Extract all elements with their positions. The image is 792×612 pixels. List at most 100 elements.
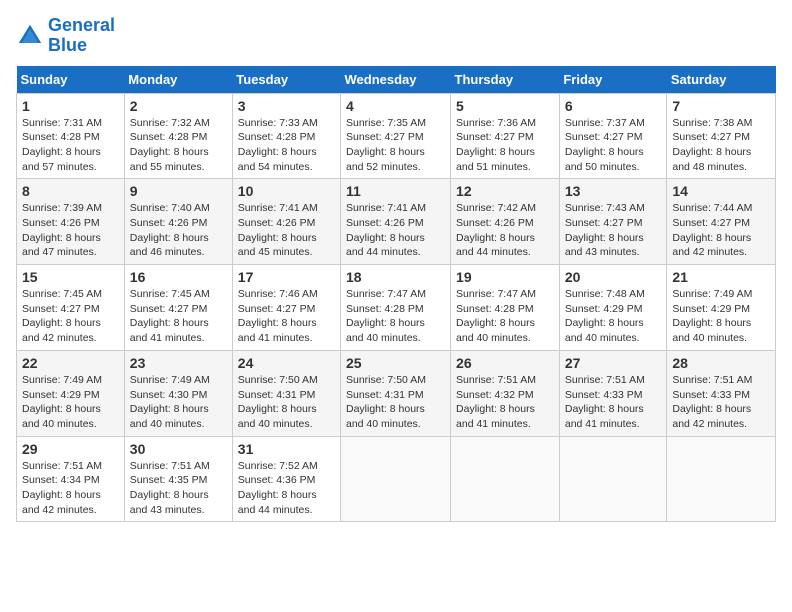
day-number: 13	[565, 183, 662, 199]
day-cell-4: 4 Sunrise: 7:35 AMSunset: 4:27 PMDaylight…	[341, 93, 451, 179]
day-info: Sunrise: 7:51 AMSunset: 4:33 PMDaylight:…	[672, 373, 770, 432]
day-cell-13: 13 Sunrise: 7:43 AMSunset: 4:27 PMDayligh…	[559, 179, 667, 265]
day-cell-27: 27 Sunrise: 7:51 AMSunset: 4:33 PMDayligh…	[559, 350, 667, 436]
col-header-thursday: Thursday	[451, 66, 560, 94]
day-cell-6: 6 Sunrise: 7:37 AMSunset: 4:27 PMDaylight…	[559, 93, 667, 179]
day-number: 8	[22, 183, 119, 199]
day-cell-21: 21 Sunrise: 7:49 AMSunset: 4:29 PMDayligh…	[667, 265, 776, 351]
day-number: 28	[672, 355, 770, 371]
calendar-week-5: 29Sunrise: 7:51 AMSunset: 4:34 PMDayligh…	[17, 436, 776, 522]
day-info: Sunrise: 7:50 AMSunset: 4:31 PMDaylight:…	[238, 373, 335, 432]
day-number: 7	[672, 98, 770, 114]
day-info: Sunrise: 7:46 AMSunset: 4:27 PMDaylight:…	[238, 287, 335, 346]
day-cell-10: 10Sunrise: 7:41 AMSunset: 4:26 PMDayligh…	[232, 179, 340, 265]
day-info: Sunrise: 7:51 AMSunset: 4:33 PMDaylight:…	[565, 373, 662, 432]
day-cell-15: 15 Sunrise: 7:45 AMSunset: 4:27 PMDayligh…	[17, 265, 125, 351]
day-info: Sunrise: 7:33 AMSunset: 4:28 PMDaylight:…	[238, 116, 335, 175]
col-header-saturday: Saturday	[667, 66, 776, 94]
day-number: 15	[22, 269, 119, 285]
col-header-sunday: Sunday	[17, 66, 125, 94]
day-info: Sunrise: 7:42 AMSunset: 4:26 PMDaylight:…	[456, 201, 554, 260]
day-info: Sunrise: 7:37 AMSunset: 4:27 PMDaylight:…	[565, 116, 662, 175]
day-cell-12: 12 Sunrise: 7:42 AMSunset: 4:26 PMDayligh…	[451, 179, 560, 265]
day-info: Sunrise: 7:32 AMSunset: 4:28 PMDaylight:…	[130, 116, 227, 175]
day-number: 22	[22, 355, 119, 371]
day-info: Sunrise: 7:52 AMSunset: 4:36 PMDaylight:…	[238, 459, 335, 518]
day-number: 20	[565, 269, 662, 285]
day-number: 9	[130, 183, 227, 199]
calendar-week-2: 8 Sunrise: 7:39 AMSunset: 4:26 PMDaylight…	[17, 179, 776, 265]
day-number: 19	[456, 269, 554, 285]
logo-icon	[16, 22, 44, 50]
day-number: 2	[130, 98, 227, 114]
day-info: Sunrise: 7:50 AMSunset: 4:31 PMDaylight:…	[346, 373, 445, 432]
day-cell-19: 19 Sunrise: 7:47 AMSunset: 4:28 PMDayligh…	[451, 265, 560, 351]
day-number: 17	[238, 269, 335, 285]
day-cell-26: 26 Sunrise: 7:51 AMSunset: 4:32 PMDayligh…	[451, 350, 560, 436]
day-number: 18	[346, 269, 445, 285]
day-cell-24: 24Sunrise: 7:50 AMSunset: 4:31 PMDayligh…	[232, 350, 340, 436]
day-info: Sunrise: 7:49 AMSunset: 4:29 PMDaylight:…	[672, 287, 770, 346]
day-info: Sunrise: 7:49 AMSunset: 4:30 PMDaylight:…	[130, 373, 227, 432]
empty-cell	[451, 436, 560, 522]
day-cell-29: 29Sunrise: 7:51 AMSunset: 4:34 PMDayligh…	[17, 436, 125, 522]
day-number: 5	[456, 98, 554, 114]
day-info: Sunrise: 7:51 AMSunset: 4:35 PMDaylight:…	[130, 459, 227, 518]
day-info: Sunrise: 7:45 AMSunset: 4:27 PMDaylight:…	[22, 287, 119, 346]
day-cell-28: 28 Sunrise: 7:51 AMSunset: 4:33 PMDayligh…	[667, 350, 776, 436]
empty-cell	[341, 436, 451, 522]
day-cell-2: 2 Sunrise: 7:32 AMSunset: 4:28 PMDaylight…	[124, 93, 232, 179]
day-cell-17: 17 Sunrise: 7:46 AMSunset: 4:27 PMDayligh…	[232, 265, 340, 351]
day-cell-7: 7 Sunrise: 7:38 AMSunset: 4:27 PMDaylight…	[667, 93, 776, 179]
empty-cell	[559, 436, 667, 522]
day-info: Sunrise: 7:47 AMSunset: 4:28 PMDaylight:…	[456, 287, 554, 346]
day-info: Sunrise: 7:35 AMSunset: 4:27 PMDaylight:…	[346, 116, 445, 175]
day-info: Sunrise: 7:31 AMSunset: 4:28 PMDaylight:…	[22, 116, 119, 175]
col-header-monday: Monday	[124, 66, 232, 94]
day-number: 25	[346, 355, 445, 371]
col-header-wednesday: Wednesday	[341, 66, 451, 94]
logo-text: General Blue	[48, 16, 115, 56]
day-cell-8: 8 Sunrise: 7:39 AMSunset: 4:26 PMDaylight…	[17, 179, 125, 265]
day-cell-23: 23Sunrise: 7:49 AMSunset: 4:30 PMDayligh…	[124, 350, 232, 436]
day-info: Sunrise: 7:48 AMSunset: 4:29 PMDaylight:…	[565, 287, 662, 346]
day-info: Sunrise: 7:38 AMSunset: 4:27 PMDaylight:…	[672, 116, 770, 175]
day-cell-18: 18 Sunrise: 7:47 AMSunset: 4:28 PMDayligh…	[341, 265, 451, 351]
day-number: 27	[565, 355, 662, 371]
day-number: 3	[238, 98, 335, 114]
day-cell-20: 20 Sunrise: 7:48 AMSunset: 4:29 PMDayligh…	[559, 265, 667, 351]
day-cell-3: 3 Sunrise: 7:33 AMSunset: 4:28 PMDaylight…	[232, 93, 340, 179]
day-number: 31	[238, 441, 335, 457]
day-info: Sunrise: 7:44 AMSunset: 4:27 PMDaylight:…	[672, 201, 770, 260]
day-info: Sunrise: 7:47 AMSunset: 4:28 PMDaylight:…	[346, 287, 445, 346]
day-number: 26	[456, 355, 554, 371]
day-number: 16	[130, 269, 227, 285]
day-cell-1: 1 Sunrise: 7:31 AMSunset: 4:28 PMDaylight…	[17, 93, 125, 179]
calendar-week-3: 15 Sunrise: 7:45 AMSunset: 4:27 PMDayligh…	[17, 265, 776, 351]
col-header-friday: Friday	[559, 66, 667, 94]
day-cell-31: 31 Sunrise: 7:52 AMSunset: 4:36 PMDayligh…	[232, 436, 340, 522]
day-cell-25: 25 Sunrise: 7:50 AMSunset: 4:31 PMDayligh…	[341, 350, 451, 436]
day-cell-16: 16 Sunrise: 7:45 AMSunset: 4:27 PMDayligh…	[124, 265, 232, 351]
day-info: Sunrise: 7:39 AMSunset: 4:26 PMDaylight:…	[22, 201, 119, 260]
day-number: 6	[565, 98, 662, 114]
day-number: 21	[672, 269, 770, 285]
day-number: 12	[456, 183, 554, 199]
calendar-week-1: 1 Sunrise: 7:31 AMSunset: 4:28 PMDaylight…	[17, 93, 776, 179]
empty-cell	[667, 436, 776, 522]
day-number: 11	[346, 183, 445, 199]
col-header-tuesday: Tuesday	[232, 66, 340, 94]
day-info: Sunrise: 7:43 AMSunset: 4:27 PMDaylight:…	[565, 201, 662, 260]
day-number: 4	[346, 98, 445, 114]
day-number: 10	[238, 183, 335, 199]
logo: General Blue	[16, 16, 115, 56]
day-number: 1	[22, 98, 119, 114]
calendar-table: SundayMondayTuesdayWednesdayThursdayFrid…	[16, 66, 776, 523]
calendar-week-4: 22Sunrise: 7:49 AMSunset: 4:29 PMDayligh…	[17, 350, 776, 436]
day-cell-14: 14Sunrise: 7:44 AMSunset: 4:27 PMDayligh…	[667, 179, 776, 265]
day-info: Sunrise: 7:36 AMSunset: 4:27 PMDaylight:…	[456, 116, 554, 175]
day-info: Sunrise: 7:45 AMSunset: 4:27 PMDaylight:…	[130, 287, 227, 346]
day-info: Sunrise: 7:51 AMSunset: 4:32 PMDaylight:…	[456, 373, 554, 432]
day-number: 29	[22, 441, 119, 457]
day-cell-5: 5 Sunrise: 7:36 AMSunset: 4:27 PMDaylight…	[451, 93, 560, 179]
